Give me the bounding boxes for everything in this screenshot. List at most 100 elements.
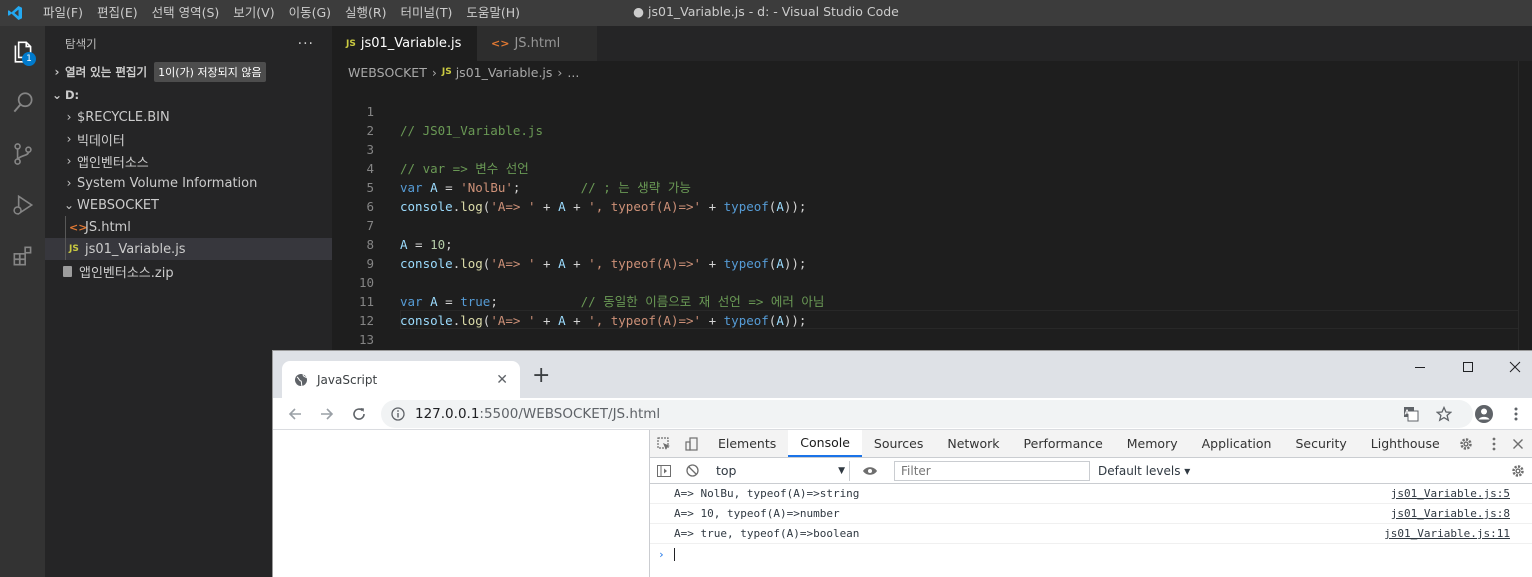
log-levels-dropdown[interactable]: Default levels ▾ — [1098, 464, 1190, 478]
tab-console[interactable]: Console — [788, 430, 862, 457]
tab-js-html[interactable]: <> JS.html — [477, 26, 597, 61]
chevron-right-icon: › — [557, 64, 563, 80]
tree-item-label: 앱인벤터소스 — [77, 155, 149, 171]
console-settings-button[interactable] — [1504, 464, 1532, 478]
reload-button[interactable] — [347, 402, 371, 426]
profile-button[interactable] — [1472, 402, 1496, 426]
code-line: 5 console.log('A=> ' + A + ', typeof(A)=… — [332, 159, 1532, 214]
bookmark-button[interactable] — [1432, 402, 1456, 426]
menu-go[interactable]: 이동(G) — [282, 0, 338, 26]
tree-item-appinventor-zip[interactable]: 앱인벤터소스.zip — [45, 260, 332, 282]
close-tab-icon[interactable]: ✕ — [496, 372, 508, 388]
console-filter-bar: top ▼ Default levels ▾ — [650, 458, 1532, 484]
code-line: 12 — [332, 292, 1532, 328]
tree-item-js-html[interactable]: <> JS.html — [45, 216, 332, 238]
translate-button[interactable] — [1399, 402, 1423, 426]
browser-menu-button[interactable] — [1504, 402, 1528, 426]
device-toolbar-button[interactable] — [678, 430, 706, 457]
inspect-element-button[interactable] — [650, 430, 678, 457]
chevron-right-icon: › — [66, 110, 72, 124]
log-source-link[interactable]: js01_Variable.js:11 — [1384, 527, 1510, 540]
menu-terminal[interactable]: 터미널(T) — [394, 0, 460, 26]
tab-application[interactable]: Application — [1190, 430, 1284, 457]
indent-guide — [65, 238, 66, 260]
tab-lighthouse[interactable]: Lighthouse — [1359, 430, 1452, 457]
info-icon[interactable] — [391, 407, 405, 421]
menu-help[interactable]: 도움말(H) — [459, 0, 527, 26]
open-editors-label: 열려 있는 편집기 — [65, 65, 148, 79]
menu-file[interactable]: 파일(F) — [36, 0, 90, 26]
devtools-settings-button[interactable] — [1452, 430, 1480, 458]
tab-js01-variable[interactable]: JS js01_Variable.js — [332, 26, 477, 61]
context-selector[interactable]: top ▼ — [712, 460, 850, 481]
context-value: top — [716, 463, 737, 478]
back-button[interactable] — [283, 402, 307, 426]
maximize-button[interactable] — [1445, 357, 1491, 377]
tab-performance[interactable]: Performance — [1012, 430, 1115, 457]
breadcrumb-folder[interactable]: WEBSOCKET — [348, 65, 427, 80]
log-source-link[interactable]: js01_Variable.js:8 — [1391, 507, 1510, 520]
editor-tab-bar: JS js01_Variable.js <> JS.html — [332, 26, 1532, 61]
log-source-link[interactable]: js01_Variable.js:5 — [1391, 487, 1510, 500]
tab-elements[interactable]: Elements — [706, 430, 788, 457]
extensions-icon — [13, 246, 31, 265]
tree-item-js01-variable[interactable]: JS js01_Variable.js — [45, 238, 332, 260]
tab-sources[interactable]: Sources — [862, 430, 935, 457]
indent-guide — [65, 216, 66, 238]
menu-edit[interactable]: 편집(E) — [90, 0, 145, 26]
menu-view[interactable]: 보기(V) — [226, 0, 281, 26]
menu-selection[interactable]: 선택 영역(S) — [145, 0, 227, 26]
console-prompt[interactable]: › — [650, 544, 1532, 564]
html-file-icon: <> — [491, 37, 510, 50]
menu-run[interactable]: 실행(R) — [338, 0, 393, 26]
code-line: 10 var A = true; // 동일한 이름으로 재 선언 => 에러 … — [332, 254, 1532, 309]
extensions-activity-button[interactable] — [0, 230, 45, 281]
tree-item-bigdata[interactable]: › 빅데이터 — [45, 128, 332, 150]
tab-network[interactable]: Network — [935, 430, 1011, 457]
new-tab-button[interactable]: + — [532, 365, 550, 387]
kebab-menu-icon — [1514, 407, 1518, 421]
browser-tab[interactable]: JavaScript ✕ — [282, 361, 520, 398]
console-filter-input[interactable] — [901, 463, 1081, 478]
clear-console-button[interactable] — [678, 464, 706, 477]
globe-icon — [295, 373, 307, 386]
close-window-button[interactable] — [1492, 357, 1532, 377]
breadcrumb-symbol[interactable]: ... — [567, 65, 579, 80]
console-sidebar-button[interactable] — [650, 464, 678, 477]
chevron-right-icon: › — [54, 65, 60, 79]
devtools-close-button[interactable] — [1504, 430, 1532, 458]
gear-icon — [1512, 464, 1524, 477]
search-activity-button[interactable] — [0, 77, 45, 128]
source-control-activity-button[interactable] — [0, 128, 45, 179]
tree-item-appinventor[interactable]: › 앱인벤터소스 — [45, 150, 332, 172]
live-expression-button[interactable] — [856, 466, 884, 476]
tree-item-label: $RECYCLE.BIN — [77, 109, 170, 125]
more-actions-button[interactable]: ··· — [298, 36, 314, 52]
tree-item-system-volume[interactable]: › System Volume Information — [45, 172, 332, 194]
chevron-right-icon: › — [431, 64, 437, 80]
page-viewport[interactable] — [273, 430, 649, 577]
title-bar: 파일(F) 편집(E) 선택 영역(S) 보기(V) 이동(G) 실행(R) 터… — [0, 0, 1532, 26]
run-debug-activity-button[interactable] — [0, 179, 45, 230]
breadcrumb-file[interactable]: js01_Variable.js — [456, 65, 553, 80]
maximize-icon — [1463, 362, 1473, 372]
browser-tab-strip: JavaScript ✕ + — [273, 351, 1532, 398]
code-editor[interactable]: 1 // JS01_Variable.js 2 3 // var => 변수 선… — [332, 83, 1532, 353]
address-bar[interactable]: 127.0.0.1:5500/WEBSOCKET/JS.html — [381, 400, 1473, 428]
open-editors-section[interactable]: › 열려 있는 편집기 1이(가) 저장되지 않음 — [45, 61, 332, 83]
html-file-icon: <> — [69, 220, 88, 234]
tab-memory[interactable]: Memory — [1115, 430, 1190, 457]
tree-item-label: 빅데이터 — [77, 133, 125, 149]
close-icon — [1513, 439, 1523, 449]
minimize-button[interactable] — [1397, 357, 1443, 377]
device-icon — [685, 436, 698, 451]
tree-item-label: JS.html — [85, 219, 131, 235]
tree-item-recycle-bin[interactable]: › $RECYCLE.BIN — [45, 106, 332, 128]
tree-item-websocket[interactable]: ⌄ WEBSOCKET — [45, 194, 332, 216]
editor-scrollbar[interactable] — [1518, 61, 1532, 353]
folder-root-section[interactable]: ⌄ D: — [45, 84, 332, 106]
tab-label: JS.html — [514, 36, 561, 51]
forward-button[interactable] — [315, 402, 339, 426]
tab-security[interactable]: Security — [1283, 430, 1358, 457]
explorer-activity-button[interactable]: 1 — [0, 26, 45, 77]
